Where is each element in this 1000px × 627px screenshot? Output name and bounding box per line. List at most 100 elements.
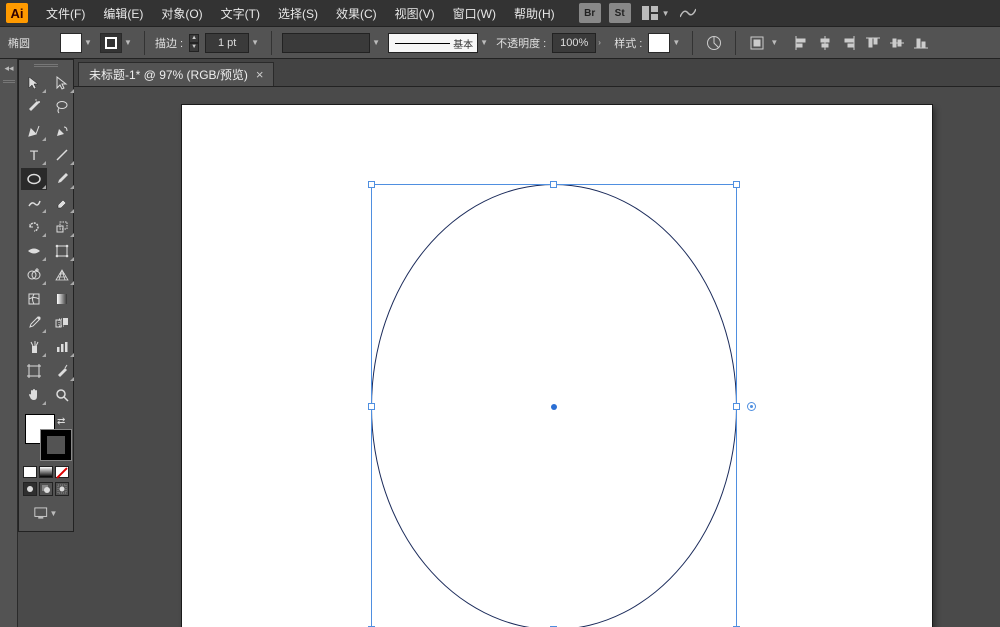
- arrange-dropdown[interactable]: ▼: [662, 9, 672, 18]
- blend-tool[interactable]: [49, 312, 75, 334]
- fill-dropdown[interactable]: ▼: [84, 38, 94, 47]
- draw-normal-button[interactable]: [23, 482, 37, 496]
- line-segment-tool[interactable]: [49, 144, 75, 166]
- menu-object[interactable]: 对象(O): [153, 1, 210, 26]
- opacity-input[interactable]: [552, 33, 596, 53]
- type-tool[interactable]: T: [21, 144, 47, 166]
- pen-tool[interactable]: [21, 120, 47, 142]
- align-left-button[interactable]: [790, 32, 812, 54]
- stroke-dropdown[interactable]: ▼: [124, 38, 134, 47]
- artboard-tool[interactable]: [21, 360, 47, 382]
- gradient-tool[interactable]: [49, 288, 75, 310]
- arrange-documents-button[interactable]: [639, 3, 661, 23]
- align-hcenter-button[interactable]: [814, 32, 836, 54]
- menu-type[interactable]: 文字(T): [213, 1, 268, 26]
- brush-label: 基本: [450, 36, 473, 51]
- document-tab-title: 未标题-1* @ 97% (RGB/预览): [89, 66, 248, 83]
- variable-width-dropdown[interactable]: ▼: [372, 38, 382, 47]
- shape-center-point: [551, 404, 557, 410]
- perspective-grid-tool[interactable]: [49, 264, 75, 286]
- color-swatches: ⇄: [19, 412, 73, 466]
- gpu-preview-button[interactable]: [677, 3, 699, 23]
- screen-mode-button[interactable]: ▼: [34, 503, 58, 523]
- opacity-label: 不透明度 :: [496, 35, 546, 51]
- draw-inside-button[interactable]: [55, 482, 69, 496]
- lasso-tool[interactable]: [49, 96, 75, 118]
- separator: [735, 31, 736, 55]
- toolbox-grip[interactable]: [19, 60, 73, 70]
- style-swatch[interactable]: [648, 33, 670, 53]
- handle-e[interactable]: [733, 403, 740, 410]
- fill-swatch[interactable]: [60, 33, 82, 53]
- align-vcenter-button[interactable]: [886, 32, 908, 54]
- mesh-tool[interactable]: [21, 288, 47, 310]
- stroke-color-swatch[interactable]: [41, 430, 71, 460]
- direct-selection-tool[interactable]: [49, 72, 75, 94]
- align-bottom-button[interactable]: [910, 32, 932, 54]
- live-shape-widget[interactable]: [747, 402, 756, 411]
- align-to-button[interactable]: [746, 32, 768, 54]
- app-logo: Ai: [6, 3, 28, 23]
- tool-name-label: 椭圆: [8, 35, 30, 51]
- menu-edit[interactable]: 编辑(E): [95, 1, 151, 26]
- brush-dropdown[interactable]: ▼: [480, 38, 490, 47]
- separator: [692, 31, 693, 55]
- magic-wand-tool[interactable]: [21, 96, 47, 118]
- close-tab-button[interactable]: ×: [256, 67, 264, 82]
- align-to-dropdown[interactable]: ▼: [770, 38, 780, 47]
- swap-colors-button[interactable]: ⇄: [57, 416, 65, 427]
- menu-window[interactable]: 窗口(W): [445, 1, 504, 26]
- width-tool[interactable]: [21, 240, 47, 262]
- slice-tool[interactable]: [49, 360, 75, 382]
- variable-width-profile[interactable]: [282, 33, 370, 53]
- free-transform-tool[interactable]: [49, 240, 75, 262]
- color-mode-none[interactable]: [55, 466, 69, 478]
- document-tab[interactable]: 未标题-1* @ 97% (RGB/预览) ×: [78, 62, 274, 86]
- align-top-button[interactable]: [862, 32, 884, 54]
- artboard[interactable]: [182, 105, 932, 627]
- stroke-swatch[interactable]: [100, 33, 122, 53]
- symbol-sprayer-tool[interactable]: [21, 336, 47, 358]
- stroke-weight-stepper[interactable]: ▲▼: [189, 34, 199, 52]
- canvas-area[interactable]: [74, 87, 1000, 627]
- style-dropdown[interactable]: ▼: [672, 38, 682, 47]
- eyedropper-tool[interactable]: [21, 312, 47, 334]
- handle-ne[interactable]: [733, 181, 740, 188]
- menu-select[interactable]: 选择(S): [270, 1, 326, 26]
- column-graph-tool[interactable]: [49, 336, 75, 358]
- zoom-tool[interactable]: [49, 384, 75, 406]
- menu-help[interactable]: 帮助(H): [506, 1, 563, 26]
- handle-nw[interactable]: [368, 181, 375, 188]
- opacity-dropdown[interactable]: ›: [598, 38, 608, 47]
- bridge-button[interactable]: Br: [579, 3, 601, 23]
- stock-button[interactable]: St: [609, 3, 631, 23]
- selection-tool[interactable]: [21, 72, 47, 94]
- ellipse-tool[interactable]: [21, 168, 47, 190]
- shaper-tool[interactable]: [21, 192, 47, 214]
- recolor-artwork-button[interactable]: [703, 32, 725, 54]
- menu-effect[interactable]: 效果(C): [328, 1, 385, 26]
- stroke-weight-dropdown[interactable]: ▼: [251, 38, 261, 47]
- handle-w[interactable]: [368, 403, 375, 410]
- menu-file[interactable]: 文件(F): [38, 1, 93, 26]
- color-mode-gradient[interactable]: [39, 466, 53, 478]
- curvature-tool[interactable]: [49, 120, 75, 142]
- control-bar: 椭圆 ▼ ▼ 描边 : ▲▼ ▼ ▼ 基本 ▼ 不透明度 : › 样式 : ▼ …: [0, 26, 1000, 59]
- shape-builder-tool[interactable]: [21, 264, 47, 286]
- draw-behind-button[interactable]: [39, 482, 53, 496]
- align-right-button[interactable]: [838, 32, 860, 54]
- brush-definition[interactable]: 基本: [388, 33, 478, 53]
- handle-n[interactable]: [550, 181, 557, 188]
- dock-strip: ◂◂: [0, 59, 18, 627]
- paintbrush-tool[interactable]: [49, 168, 75, 190]
- eraser-tool[interactable]: [49, 192, 75, 214]
- scale-tool[interactable]: [49, 216, 75, 238]
- style-label: 样式 :: [614, 35, 642, 51]
- dock-grip[interactable]: [0, 77, 18, 85]
- menu-view[interactable]: 视图(V): [387, 1, 443, 26]
- rotate-tool[interactable]: [21, 216, 47, 238]
- stroke-weight-input[interactable]: [205, 33, 249, 53]
- hand-tool[interactable]: [21, 384, 47, 406]
- collapse-dock-button[interactable]: ◂◂: [0, 59, 18, 77]
- color-mode-solid[interactable]: [23, 466, 37, 478]
